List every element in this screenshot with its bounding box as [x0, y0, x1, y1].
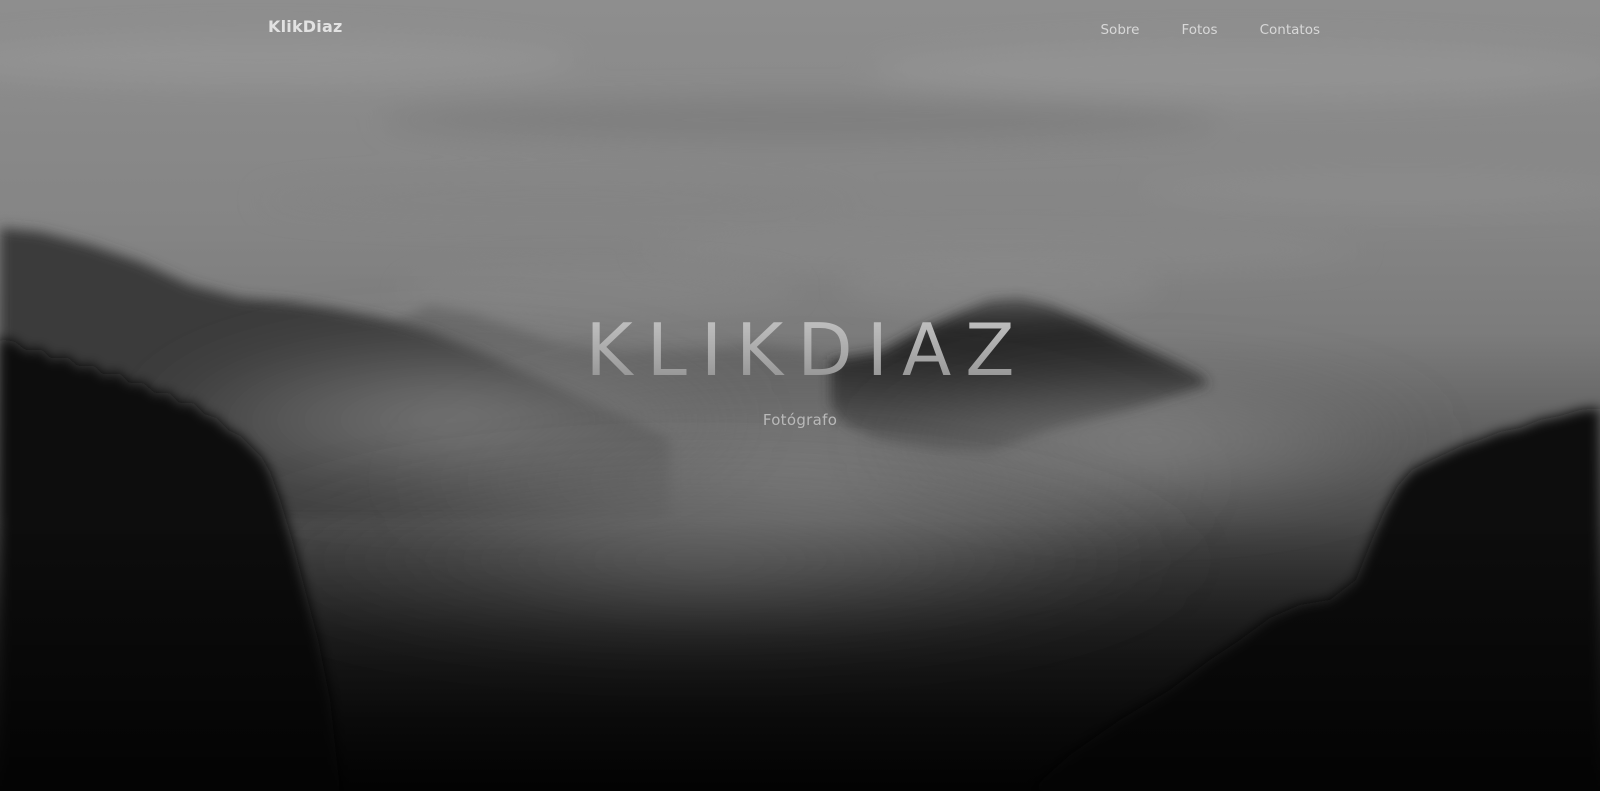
hero-section: KlikDiaz Sobre Fotos Contatos KLIKDIAZ F… [0, 0, 1600, 791]
nav-item-sobre: Sobre [1100, 19, 1139, 38]
nav-item-contatos: Contatos [1260, 19, 1320, 38]
top-navbar: KlikDiaz Sobre Fotos Contatos [0, 0, 1600, 58]
nav-link-contatos[interactable]: Contatos [1260, 22, 1320, 38]
hero-background-photo [0, 0, 1600, 791]
nav-link-sobre[interactable]: Sobre [1100, 22, 1139, 38]
nav-item-fotos: Fotos [1181, 19, 1217, 38]
brand-logo-link[interactable]: KlikDiaz [268, 17, 342, 36]
nav-menu: Sobre Fotos Contatos [1050, 19, 1320, 38]
nav-link-fotos[interactable]: Fotos [1181, 22, 1217, 38]
